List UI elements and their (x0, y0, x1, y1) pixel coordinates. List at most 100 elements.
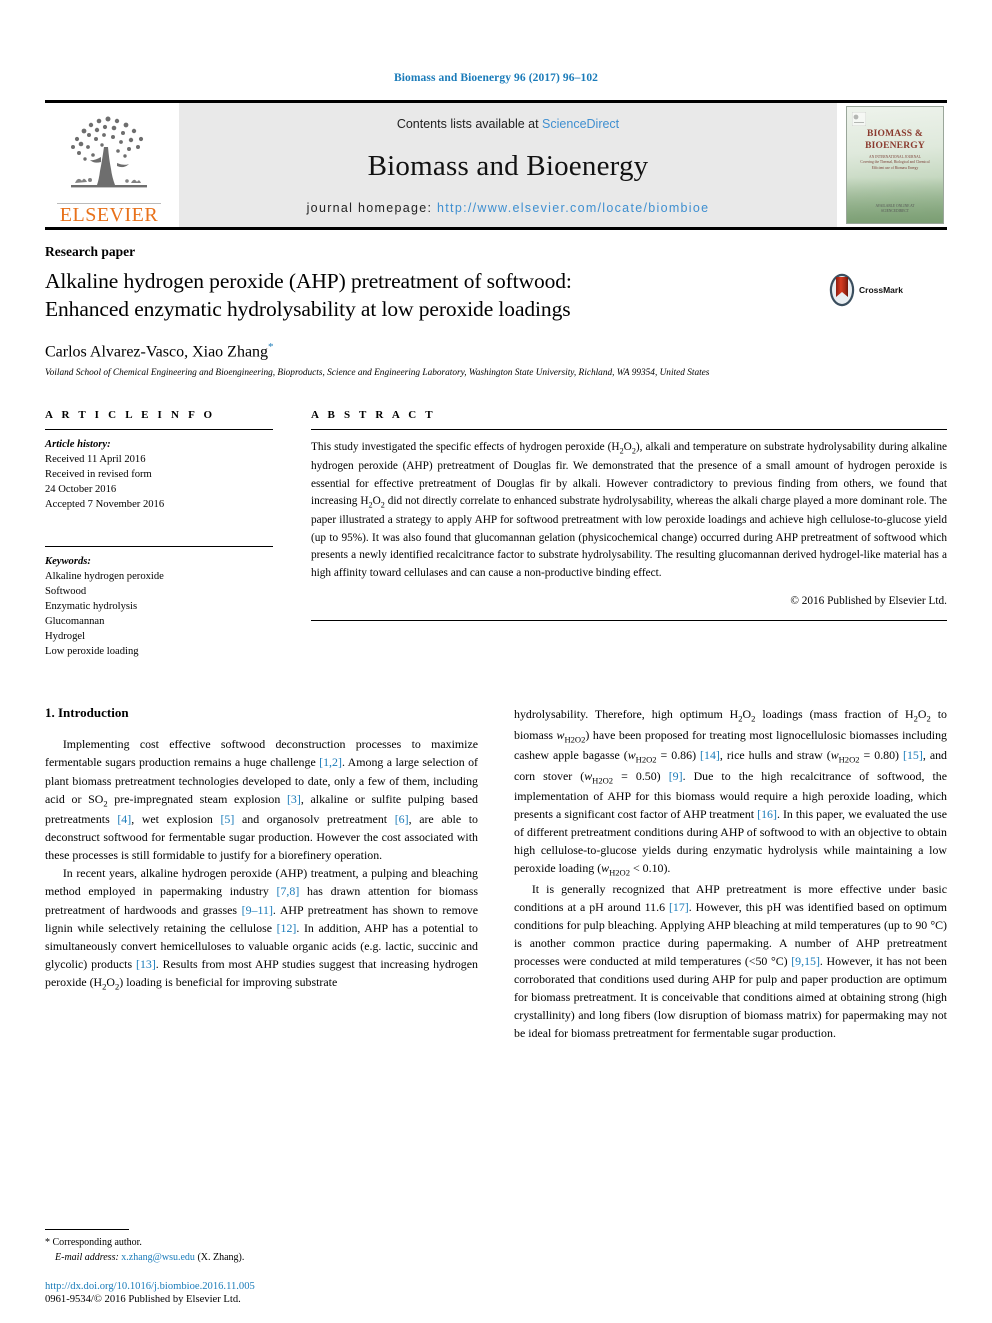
keyword-item: Hydrogel (45, 631, 86, 643)
article-type: Research paper (45, 244, 136, 259)
text-run: loadings (mass fraction of H (755, 707, 914, 722)
text-run: and organosolv pretreatment (234, 812, 395, 827)
keywords-list: Keywords: Alkaline hydrogen peroxide Sof… (45, 554, 273, 659)
article-info-column: A R T I C L E I N F O Article history: R… (45, 409, 273, 659)
text-run: , wet explosion (131, 812, 221, 827)
keywords-rule (45, 546, 273, 548)
affiliation: Voiland School of Chemical Engineering a… (45, 368, 710, 379)
italic-symbol: w (627, 748, 636, 763)
citation-link[interactable]: [5] (220, 812, 234, 826)
citation-link[interactable]: [9–11] (242, 903, 273, 917)
text-run: ) loading is beneficial for improving su… (119, 974, 338, 989)
crossmark-icon (829, 273, 855, 307)
subscript: H2O2 (592, 774, 614, 785)
journal-homepage-line: journal homepage: http://www.elsevier.co… (307, 201, 710, 215)
keyword-item: Glucomannan (45, 616, 105, 628)
masthead-center: Contents lists available at ScienceDirec… (179, 103, 837, 227)
cover-title: BIOMASS & BIOENERGY (847, 129, 943, 153)
email-label: E-mail address: (55, 1252, 119, 1263)
masthead-bottom-rule (45, 227, 947, 230)
citation-link[interactable]: [17] (669, 900, 689, 914)
text-run: = 0.80) (859, 748, 904, 763)
abstract-run: O (372, 495, 381, 508)
citation-link[interactable]: [16] (757, 807, 777, 821)
subscript: H2O2 (838, 754, 860, 765)
text-run: O (917, 707, 927, 722)
history-line: Received 11 April 2016 (45, 454, 146, 466)
abstract-bottom-rule (311, 619, 947, 621)
citation-link[interactable]: [4] (117, 812, 131, 826)
crossmark-label: CrossMark (859, 285, 903, 295)
cover-title-line2: BIOENERGY (865, 140, 925, 151)
abstract-run: O (623, 441, 632, 454)
cover-elsevier-icon (852, 112, 866, 126)
keyword-item: Alkaline hydrogen peroxide (45, 571, 164, 583)
body-left-column: 1. Introduction Implementing cost effect… (45, 705, 478, 1042)
citation-link[interactable]: [9,15] (791, 954, 820, 968)
cover-subtitle: AN INTERNATIONAL JOURNAL Covering the Th… (855, 155, 935, 171)
crossmark-badge[interactable]: CrossMark (829, 267, 947, 307)
paper-page: Biomass and Bioenergy 96 (2017) 96–102 E… (0, 0, 992, 1323)
article-history: Article history: Received 11 April 2016 … (45, 437, 273, 512)
citation-link[interactable]: [15] (903, 748, 923, 762)
title-line-2: Enhanced enzymatic hydrolysability at lo… (45, 297, 571, 322)
keyword-item: Enzymatic hydrolysis (45, 601, 138, 613)
text-run: , rice hulls and straw ( (719, 748, 831, 763)
text-run: < 0.10). (630, 861, 671, 876)
homepage-prefix: journal homepage: (306, 201, 438, 215)
issn-copyright: 0961-9534/© 2016 Published by Elsevier L… (45, 1294, 241, 1305)
citation-link[interactable]: [6] (395, 812, 409, 826)
keyword-item: Softwood (45, 586, 87, 598)
homepage-url-link[interactable]: http://www.elsevier.com/locate/biombioe (437, 201, 709, 215)
text-run: O (742, 707, 752, 722)
contents-prefix: Contents lists available at (396, 117, 543, 131)
citation-link[interactable]: [7,8] (277, 884, 300, 898)
text-run: pre-impregnated steam explosion (107, 791, 287, 806)
title-row: Alkaline hydrogen peroxide (AHP) pretrea… (45, 267, 947, 324)
doi-link[interactable]: http://dx.doi.org/10.1016/j.biombioe.201… (45, 1281, 505, 1292)
cover-footer: AVAILABLE ONLINE AT SCIENCEDIRECT (875, 203, 915, 214)
email-link[interactable]: x.zhang@wsu.edu (121, 1252, 195, 1263)
subscript: H2O2 (564, 734, 586, 745)
abstract-run: This study investigated the specific eff… (311, 441, 620, 454)
citation-link[interactable]: [9] (669, 769, 683, 783)
sciencedirect-link[interactable]: ScienceDirect (542, 117, 619, 131)
text-run: O (106, 974, 115, 989)
corresponding-author-marker[interactable]: * (268, 341, 274, 353)
right-paragraphs: hydrolysability. Therefore, high optimum… (514, 705, 947, 1042)
section-heading-introduction: 1. Introduction (45, 705, 129, 721)
abstract-text: This study investigated the specific eff… (311, 439, 947, 583)
abstract-column: A B S T R A C T This study investigated … (311, 409, 947, 659)
left-paragraphs: Implementing cost effective softwood dec… (45, 735, 478, 993)
info-abstract-row: A R T I C L E I N F O Article history: R… (45, 409, 947, 659)
citation-link[interactable]: [3] (287, 792, 301, 806)
italic-symbol: w (830, 748, 839, 763)
contents-available-line: Contents lists available at ScienceDirec… (397, 117, 619, 131)
citation-link[interactable]: [12] (277, 921, 297, 935)
journal-title: Biomass and Bioenergy (367, 149, 649, 182)
doi-block: http://dx.doi.org/10.1016/j.biombioe.201… (45, 1281, 505, 1305)
text-run: hydrolysability. Therefore, high optimum… (514, 707, 739, 722)
text-run: = 0.50) (613, 768, 669, 783)
cover-grass-gradient (847, 177, 943, 223)
citation-link[interactable]: [14] (700, 748, 720, 762)
authors-text: Carlos Alvarez-Vasco, Xiao Zhang (45, 343, 269, 361)
abstract-copyright: © 2016 Published by Elsevier Ltd. (790, 594, 947, 607)
subscript: H2O2 (609, 867, 631, 878)
article-info-heading: A R T I C L E I N F O (45, 409, 216, 422)
citation-link[interactable]: [1,2] (319, 755, 342, 769)
corresponding-line: * Corresponding author. (45, 1235, 485, 1250)
history-line: Received in revised form (45, 469, 152, 481)
article-info-rule (45, 429, 273, 431)
elsevier-tree-icon (71, 116, 147, 188)
subscript: H2O2 (635, 754, 657, 765)
cover-subdetail-text: Covering the Thermal, Biological and Che… (860, 160, 930, 170)
abstract-rule (311, 429, 947, 431)
author-list: Carlos Alvarez-Vasco, Xiao Zhang* (45, 341, 947, 361)
body-right-column: hydrolysability. Therefore, high optimum… (514, 705, 947, 1042)
keywords-block: Keywords: Alkaline hydrogen peroxide Sof… (45, 546, 273, 659)
citation-link[interactable]: [13] (136, 957, 156, 971)
body-paragraph: In recent years, alkaline hydrogen perox… (45, 864, 478, 993)
text-run: = 0.86) (656, 748, 701, 763)
abstract-heading: A B S T R A C T (311, 409, 436, 422)
